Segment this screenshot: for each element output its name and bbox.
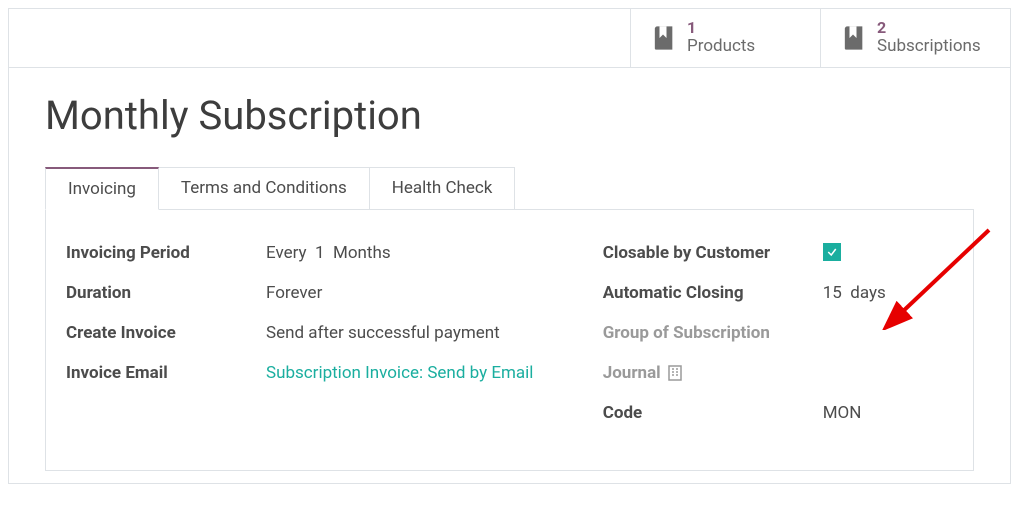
label-group-subscription: Group of Subscription — [603, 323, 823, 343]
value-closable — [823, 243, 841, 263]
tab-invoicing[interactable]: Invoicing — [45, 167, 159, 210]
value-auto-closing: 15 days — [823, 283, 886, 303]
auto-closing-unit: days — [850, 283, 886, 303]
stat-products-button[interactable]: 1 Products — [630, 9, 820, 67]
field-invoicing-period: Invoicing Period Every 1 Months — [66, 240, 543, 266]
label-create-invoice: Create Invoice — [66, 323, 266, 343]
value-code: MON — [823, 403, 862, 423]
label-invoice-email: Invoice Email — [66, 363, 266, 383]
value-invoice-email[interactable]: Subscription Invoice: Send by Email — [266, 363, 533, 383]
tab-terms[interactable]: Terms and Conditions — [159, 167, 370, 210]
field-invoice-email: Invoice Email Subscription Invoice: Send… — [66, 360, 543, 386]
tab-health[interactable]: Health Check — [370, 167, 516, 210]
label-duration: Duration — [66, 283, 266, 303]
stat-products-count: 1 — [687, 19, 755, 37]
left-column: Invoicing Period Every 1 Months Duration… — [66, 240, 563, 440]
stat-text: 1 Products — [687, 19, 755, 57]
auto-closing-number: 15 — [823, 283, 842, 303]
value-invoicing-period: Every 1 Months — [266, 243, 391, 263]
right-column: Closable by Customer Automatic Closing 1… — [563, 240, 953, 440]
check-icon — [826, 246, 838, 258]
book-icon — [839, 24, 867, 52]
field-duration: Duration Forever — [66, 280, 543, 306]
field-create-invoice: Create Invoice Send after successful pay… — [66, 320, 543, 346]
stat-subscriptions-label: Subscriptions — [877, 37, 981, 57]
stat-text: 2 Subscriptions — [877, 19, 981, 57]
label-code: Code — [603, 403, 823, 423]
label-invoicing-period: Invoicing Period — [66, 243, 266, 263]
form-body: Monthly Subscription Invoicing Terms and… — [9, 68, 1010, 483]
field-closable: Closable by Customer — [603, 240, 953, 266]
stat-subscriptions-button[interactable]: 2 Subscriptions — [820, 9, 1010, 67]
tab-content-invoicing: Invoicing Period Every 1 Months Duration… — [45, 209, 974, 471]
invoicing-period-unit: Months — [333, 243, 391, 263]
book-icon — [649, 24, 677, 52]
invoicing-period-number: 1 — [315, 243, 325, 263]
field-auto-closing: Automatic Closing 15 days — [603, 280, 953, 306]
field-journal: Journal — [603, 360, 953, 386]
label-closable: Closable by Customer — [603, 243, 823, 263]
field-code: Code MON — [603, 400, 953, 426]
stat-button-bar: 1 Products 2 Subscriptions — [9, 9, 1010, 68]
building-icon — [667, 365, 683, 381]
invoicing-period-prefix: Every — [266, 243, 307, 263]
label-auto-closing: Automatic Closing — [603, 283, 823, 303]
form-panel: 1 Products 2 Subscriptions Monthly Subsc… — [8, 8, 1011, 484]
closable-checkbox[interactable] — [823, 243, 841, 261]
value-duration: Forever — [266, 283, 322, 303]
journal-label-text: Journal — [603, 363, 661, 383]
value-create-invoice: Send after successful payment — [266, 323, 500, 343]
stat-subscriptions-count: 2 — [877, 19, 981, 37]
label-journal: Journal — [603, 363, 823, 383]
page-title: Monthly Subscription — [45, 92, 974, 139]
field-group-subscription: Group of Subscription — [603, 320, 953, 346]
stat-products-label: Products — [687, 37, 755, 57]
tab-bar: Invoicing Terms and Conditions Health Ch… — [45, 167, 974, 209]
